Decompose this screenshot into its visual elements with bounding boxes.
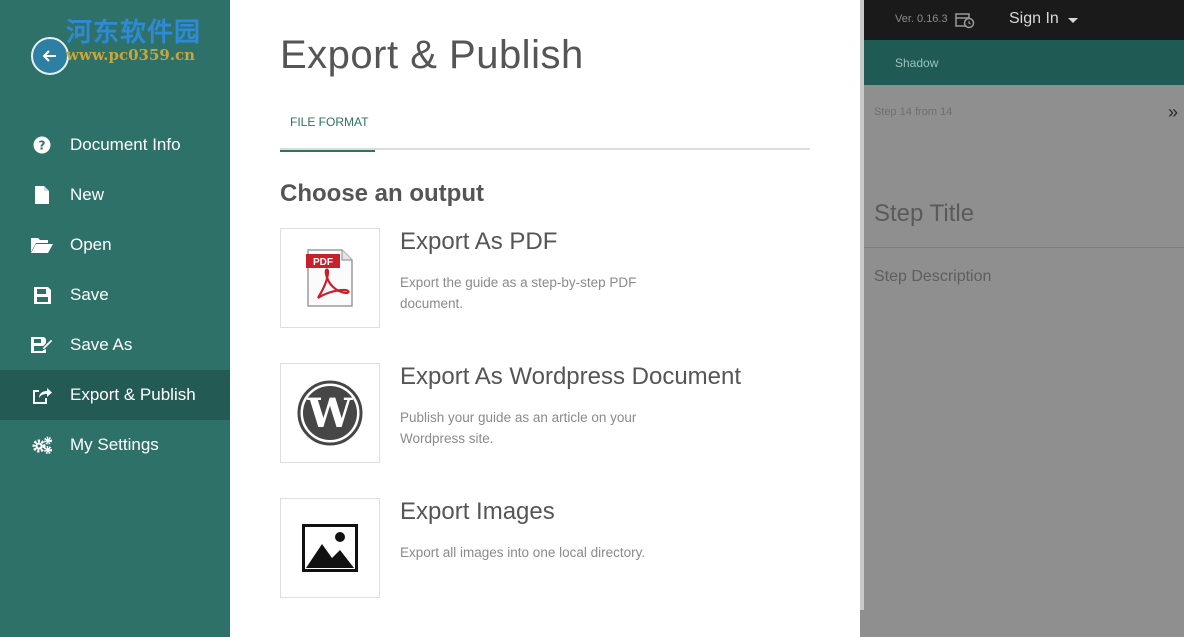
pdf-icon: PDF [306,249,353,307]
sidebar-item-label: Document Info [70,135,181,154]
page-title: Export & Publish [280,33,584,77]
sidebar-item-my-settings[interactable]: My Settings [0,420,230,470]
calendar-clock-icon [955,11,975,29]
section-heading: Choose an output [280,180,484,207]
back-button[interactable] [31,37,69,75]
step-title: Step Title [874,200,975,227]
export-images-option[interactable]: Export Images Export all images into one… [280,498,810,598]
sidebar-item-label: Export & Publish [70,385,196,404]
arrow-left-icon [42,50,56,62]
sidebar-menu: ? Document Info New Open Save Save As Ex… [0,120,230,470]
sidebar-item-label: New [70,185,105,204]
edit-save-icon [31,335,53,355]
sidebar-item-label: Save [70,285,109,304]
svg-text:W: W [307,390,354,437]
export-pdf-option[interactable]: PDF Export As PDF Export the guide as a … [280,228,810,328]
folder-open-icon [31,235,53,255]
watermark-url: www.pc0359.cn [66,46,196,64]
tab-file-format[interactable]: FILE FORMAT [280,112,375,152]
sidebar-item-document-info[interactable]: ? Document Info [0,120,230,170]
svg-text:?: ? [39,139,46,153]
divider [860,247,1184,248]
sidebar-item-label: Save As [70,335,133,354]
sidebar-item-open[interactable]: Open [0,220,230,270]
tab-active-indicator [280,150,375,152]
share-icon [31,385,53,405]
gears-icon [31,435,53,455]
sidebar-item-label: Open [70,235,112,254]
sidebar: 河东软件园 www.pc0359.cn ? Document Info New … [0,0,230,637]
sidebar-item-save[interactable]: Save [0,270,230,320]
option-description: Publish your guide as an article on your… [400,410,637,446]
toolbar-tab-shadow[interactable]: Shadow [895,56,938,70]
sign-in-button[interactable]: Sign In [1009,10,1059,28]
tab-bar: FILE FORMAT [280,112,810,152]
sidebar-item-export-publish[interactable]: Export & Publish [0,370,230,420]
tab-label: FILE FORMAT [290,115,369,129]
option-description: Export the guide as a step-by-step PDF d… [400,275,637,311]
sidebar-item-new[interactable]: New [0,170,230,220]
caret-down-icon [1068,18,1078,23]
sidebar-item-label: My Settings [70,435,159,454]
image-icon [302,524,358,572]
watermark-logo: 河东软件园 [66,18,202,48]
step-description: Step Description [874,268,992,285]
file-icon [31,185,53,205]
images-thumbnail [280,498,380,598]
double-chevron-right-icon[interactable]: » [1168,102,1178,123]
step-counter: Step 14 from 14 [874,106,953,118]
option-title: Export As Wordpress Document [400,363,742,390]
option-title: Export As PDF [400,228,558,255]
version-label: Ver. 0.16.3 [895,13,948,25]
pdf-thumbnail: PDF [280,228,380,328]
svg-text:PDF: PDF [313,257,333,268]
question-circle-icon: ? [31,135,53,155]
wordpress-icon: W [297,380,363,446]
export-wordpress-option[interactable]: W Export As Wordpress Document Publish y… [280,363,810,463]
wordpress-thumbnail: W [280,363,380,463]
panel-scrollbar[interactable] [860,0,864,610]
sidebar-item-save-as[interactable]: Save As [0,320,230,370]
floppy-disk-icon [31,285,53,305]
option-title: Export Images [400,498,555,525]
option-description: Export all images into one local directo… [400,545,646,560]
